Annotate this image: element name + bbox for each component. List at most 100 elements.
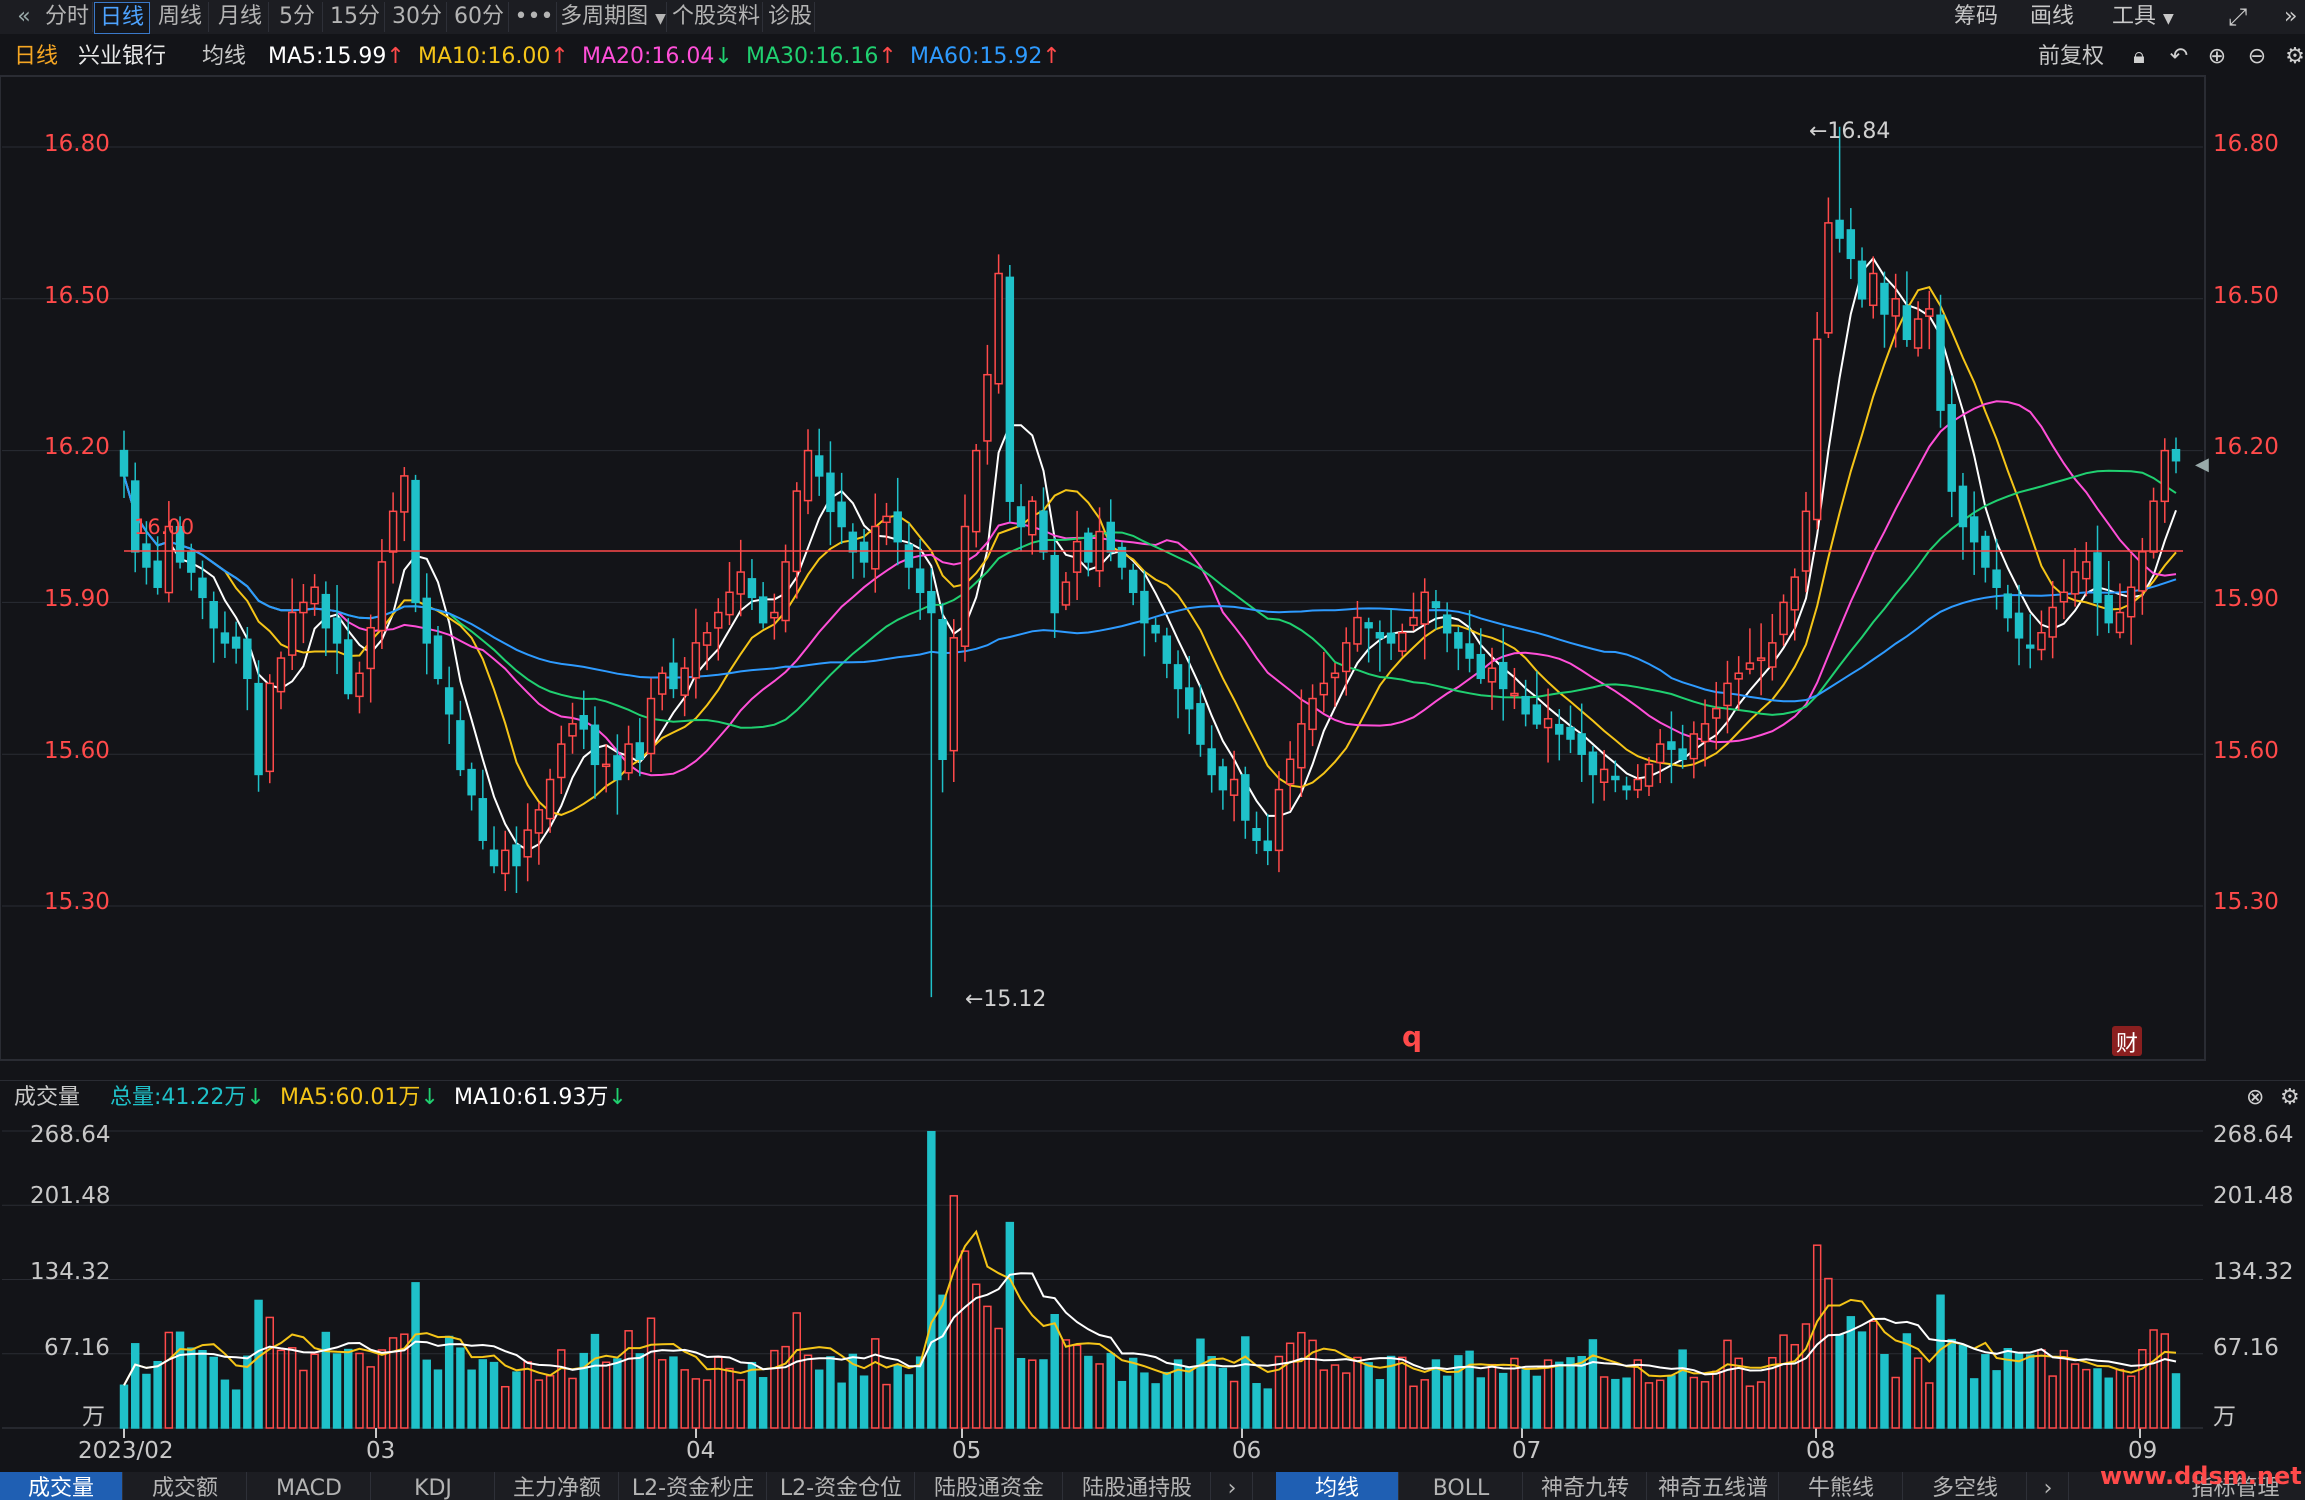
candle-body bbox=[1655, 743, 1665, 764]
volume-bar bbox=[1005, 1221, 1015, 1429]
volume-bar bbox=[1308, 1339, 1317, 1429]
tab-macd[interactable]: MACD bbox=[248, 1472, 371, 1500]
volume-bar bbox=[960, 1250, 970, 1429]
tab-diagnose[interactable]: 诊股 bbox=[766, 2, 815, 32]
tab-yuexian[interactable]: 月线 bbox=[212, 2, 269, 32]
tools-dropdown[interactable]: 工具 ▼ bbox=[2112, 2, 2174, 32]
vol-tick-left: 268.64 bbox=[30, 1122, 111, 1148]
double-chevron-left-icon[interactable]: « bbox=[10, 2, 38, 32]
volume-bar bbox=[400, 1333, 409, 1429]
volume-bar bbox=[859, 1375, 869, 1429]
tab-60min[interactable]: 60分 bbox=[450, 2, 509, 32]
tab-hk-connect-holdings[interactable]: 陆股通持股 bbox=[1064, 1472, 1211, 1500]
tab-bull-bear[interactable]: 牛熊线 bbox=[1780, 1472, 1903, 1500]
tab-30min[interactable]: 30分 bbox=[388, 2, 447, 32]
volume-bar bbox=[2171, 1373, 2181, 1429]
candle-body bbox=[1285, 758, 1295, 785]
vol-tick-left: 201.48 bbox=[30, 1183, 111, 1209]
gear-icon[interactable]: ⚙ bbox=[2282, 44, 2305, 70]
tools-label: 工具 bbox=[2112, 4, 2157, 29]
candle-body bbox=[1263, 840, 1272, 852]
candle-body bbox=[1420, 591, 1429, 625]
tab-boll[interactable]: BOLL bbox=[1400, 1472, 1523, 1500]
tab-ma[interactable]: 均线 bbox=[1276, 1472, 1399, 1500]
volume-bar bbox=[613, 1358, 622, 1429]
candle-body bbox=[2160, 449, 2170, 503]
volume-bar bbox=[1454, 1355, 1463, 1429]
volume-bar bbox=[1297, 1331, 1306, 1429]
lock-icon[interactable]: 🔒︎ bbox=[2126, 44, 2152, 70]
volume-ma5-line bbox=[123, 1229, 2177, 1386]
volume-bar bbox=[1644, 1382, 1654, 1429]
zoom-in-icon[interactable]: ⊕ bbox=[2204, 44, 2230, 70]
candle-body bbox=[1958, 485, 1968, 528]
volume-header: 成交量 总量:41.22万↓ MA5:60.01万↓ MA10:61.93万↓ … bbox=[0, 1080, 2305, 1115]
candlestick-chart[interactable]: 16.00 ←16.84 ←15.12 q 财 ◀ bbox=[0, 0, 2305, 1500]
tab-zhouxian[interactable]: 周线 bbox=[152, 2, 209, 32]
volume-bar bbox=[545, 1375, 555, 1429]
draw-line-button[interactable]: 画线 bbox=[2030, 2, 2074, 32]
chevron-right-icon[interactable]: › bbox=[1212, 1472, 1253, 1500]
candle-body bbox=[1936, 314, 1945, 411]
candle-body bbox=[983, 373, 992, 442]
candle-body bbox=[1196, 703, 1205, 745]
ma10-line bbox=[123, 286, 2177, 816]
volume-bar bbox=[512, 1371, 521, 1429]
candle-body bbox=[803, 449, 813, 502]
volume-bar bbox=[1117, 1380, 1127, 1429]
tab-l2-position[interactable]: L2-资金仓位 bbox=[768, 1472, 915, 1500]
candle-body bbox=[2093, 552, 2102, 604]
top-toolbar: « 分时 日线 周线 月线 5分 15分 30分 60分 ••• 多周期图 ▼ … bbox=[0, 0, 2305, 34]
more-periods-button[interactable]: ••• bbox=[512, 2, 557, 32]
tab-long-short[interactable]: 多空线 bbox=[1904, 1472, 2027, 1500]
tab-fenshi[interactable]: 分时 bbox=[42, 2, 93, 32]
tab-stock-profile[interactable]: 个股资料 bbox=[670, 2, 763, 32]
zoom-out-icon[interactable]: ⊖ bbox=[2244, 44, 2270, 70]
volume-bar bbox=[770, 1349, 779, 1429]
tab-turnover[interactable]: 成交额 bbox=[124, 1472, 247, 1500]
undo-icon[interactable]: ↶ bbox=[2166, 44, 2192, 70]
candle-body bbox=[287, 611, 297, 656]
low-price-label: ←15.12 bbox=[965, 987, 1046, 1012]
gear-icon[interactable]: ⚙ bbox=[2280, 1081, 2300, 1115]
volume-bar bbox=[2048, 1375, 2057, 1429]
tab-td9[interactable]: 神奇九转 bbox=[1524, 1472, 1647, 1500]
ma-indicator-label[interactable]: 均线 bbox=[202, 40, 246, 74]
vol-unit-left: 万 bbox=[82, 1404, 105, 1430]
candle-body bbox=[1555, 723, 1564, 735]
double-chevron-right-icon[interactable]: » bbox=[2284, 2, 2297, 32]
tab-rixian[interactable]: 日线 bbox=[94, 2, 150, 34]
ma30-value: MA30:16.16↑ bbox=[746, 44, 897, 69]
chips-button[interactable]: 筹码 bbox=[1954, 2, 1998, 32]
candle-body bbox=[949, 637, 958, 752]
candle-body bbox=[1644, 763, 1654, 787]
candle-body bbox=[1521, 695, 1530, 715]
volume-bar bbox=[1925, 1382, 1934, 1429]
ma5-value: MA5:15.99↑ bbox=[268, 44, 405, 69]
volume-bar bbox=[1857, 1331, 1867, 1429]
candle-body bbox=[2115, 611, 2125, 634]
candle-body bbox=[601, 763, 611, 768]
volume-bar bbox=[624, 1330, 633, 1429]
volume-bar bbox=[1801, 1323, 1811, 1429]
tab-l2-seconds[interactable]: L2-资金秒庄 bbox=[620, 1472, 767, 1500]
multi-period-dropdown[interactable]: 多周期图 ▼ bbox=[560, 2, 667, 32]
fullscreen-icon[interactable]: ⤢ bbox=[2228, 2, 2247, 32]
tab-hk-connect-funds[interactable]: 陆股通资金 bbox=[916, 1472, 1063, 1500]
tab-main-net[interactable]: 主力净额 bbox=[496, 1472, 619, 1500]
candle-body bbox=[1667, 741, 1676, 750]
tab-five-lines[interactable]: 神奇五线谱 bbox=[1648, 1472, 1779, 1500]
adjust-mode[interactable]: 前复权 bbox=[2038, 40, 2104, 74]
tab-5min[interactable]: 5分 bbox=[272, 2, 323, 32]
tab-volume[interactable]: 成交量 bbox=[0, 1472, 123, 1500]
chevron-right-icon[interactable]: › bbox=[2028, 1472, 2069, 1500]
close-icon[interactable]: ⊗ bbox=[2246, 1081, 2264, 1115]
candle-body bbox=[680, 667, 689, 696]
volume-bar bbox=[1532, 1375, 1542, 1429]
volume-bar bbox=[287, 1347, 297, 1429]
tab-15min[interactable]: 15分 bbox=[326, 2, 385, 32]
tab-kdj[interactable]: KDJ bbox=[372, 1472, 495, 1500]
volume-bar bbox=[1992, 1370, 2001, 1429]
q-marker: q bbox=[1402, 1020, 1422, 1053]
candle-body bbox=[1218, 766, 1228, 791]
